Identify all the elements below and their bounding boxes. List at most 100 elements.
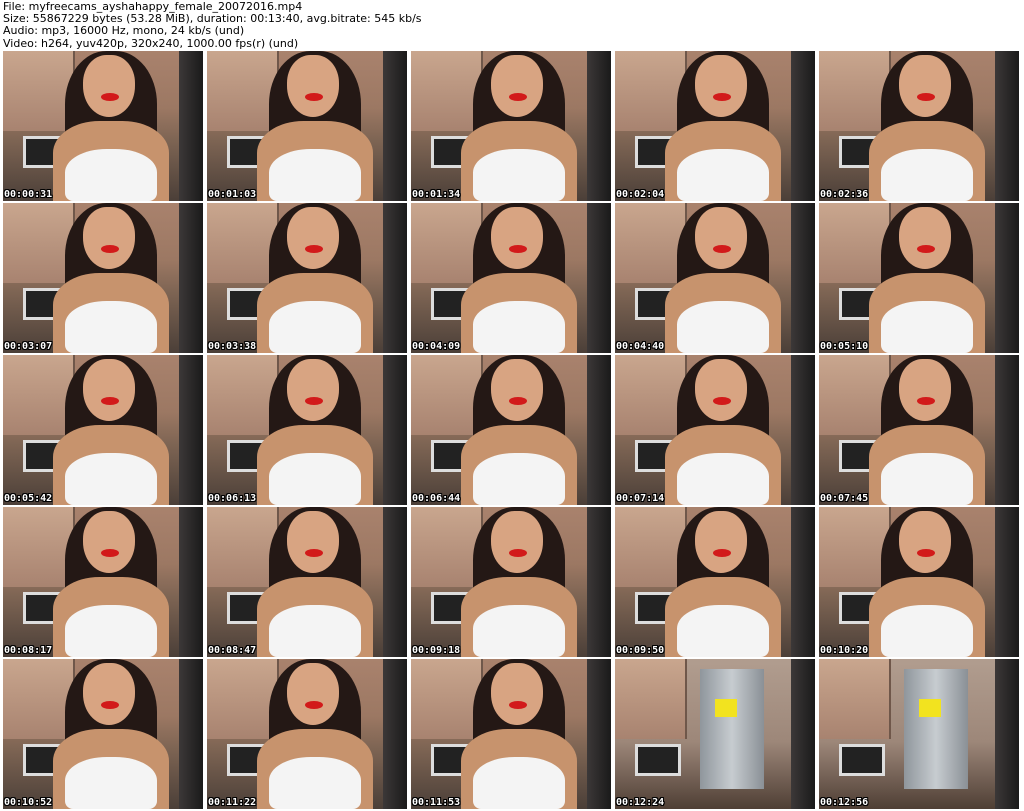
video-thumbnail: 00:01:34 (411, 51, 611, 201)
person-top (473, 301, 565, 353)
person-lips (509, 701, 527, 709)
person-face (491, 663, 543, 725)
dark-door (995, 659, 1019, 809)
person-top (473, 757, 565, 809)
video-thumbnail: 00:07:45 (819, 355, 1019, 505)
person-lips (713, 93, 731, 101)
person-lips (101, 245, 119, 253)
thumbnail-timestamp: 00:01:34 (412, 189, 461, 200)
person-lips (305, 701, 323, 709)
thumbnail-timestamp: 00:04:40 (616, 341, 665, 352)
person-face (695, 359, 747, 421)
person-face (695, 55, 747, 117)
dark-door (995, 507, 1019, 657)
person-lips (509, 245, 527, 253)
dark-door (383, 51, 407, 201)
dark-door (179, 355, 203, 505)
person-face (287, 55, 339, 117)
dark-door (383, 507, 407, 657)
person-face (491, 207, 543, 269)
dark-door (587, 659, 611, 809)
thumbnail-timestamp: 00:02:36 (820, 189, 869, 200)
dark-door (179, 507, 203, 657)
thumbnail-timestamp: 00:06:13 (208, 493, 257, 504)
person-face (83, 511, 135, 573)
video-thumbnail: 00:12:24 (615, 659, 815, 809)
dark-door (791, 51, 815, 201)
video-thumbnail: 00:06:13 (207, 355, 407, 505)
person-top (881, 605, 973, 657)
dark-door (995, 355, 1019, 505)
dark-door (587, 51, 611, 201)
microwave-oven (635, 744, 681, 776)
person-face (899, 359, 951, 421)
video-thumbnail: 00:04:40 (615, 203, 815, 353)
person-lips (305, 549, 323, 557)
video-thumbnail: 00:00:31 (3, 51, 203, 201)
dark-door (587, 355, 611, 505)
person-lips (305, 245, 323, 253)
thumbnail-grid: 00:00:31 00:01:03 00:01:34 00:02:04 00:02:36… (0, 51, 1024, 811)
person-lips (713, 397, 731, 405)
person-lips (509, 397, 527, 405)
person-top (269, 453, 361, 505)
thumbnail-timestamp: 00:08:47 (208, 645, 257, 656)
video-info-line: Video: h264, yuv420p, 320x240, 1000.00 f… (3, 36, 299, 50)
person-face (899, 511, 951, 573)
video-thumbnail: 00:10:52 (3, 659, 203, 809)
video-thumbnail: 00:05:10 (819, 203, 1019, 353)
dark-door (995, 203, 1019, 353)
video-thumbnail: 00:03:07 (3, 203, 203, 353)
person-lips (101, 93, 119, 101)
dark-door (587, 507, 611, 657)
person-lips (101, 549, 119, 557)
person-face (899, 55, 951, 117)
fridge (904, 669, 968, 789)
thumbnail-timestamp: 00:10:20 (820, 645, 869, 656)
dark-door (179, 203, 203, 353)
video-thumbnail: 00:11:22 (207, 659, 407, 809)
thumbnail-timestamp: 00:02:04 (616, 189, 665, 200)
sticky-note (715, 699, 737, 717)
thumbnail-timestamp: 00:11:22 (208, 797, 257, 808)
person-top (677, 301, 769, 353)
video-thumbnail: 00:05:42 (3, 355, 203, 505)
person-face (287, 207, 339, 269)
video-thumbnail: 00:11:53 (411, 659, 611, 809)
person-face (491, 55, 543, 117)
person-top (473, 453, 565, 505)
thumbnail-timestamp: 00:03:07 (4, 341, 53, 352)
file-info-header: File: myfreecams_ayshahappy_female_20072… (3, 0, 422, 50)
video-thumbnail: 00:03:38 (207, 203, 407, 353)
person-face (83, 663, 135, 725)
person-face (491, 359, 543, 421)
dark-door (791, 659, 815, 809)
thumbnail-timestamp: 00:03:38 (208, 341, 257, 352)
person-lips (509, 93, 527, 101)
thumbnail-timestamp: 00:12:24 (616, 797, 665, 808)
dark-door (791, 507, 815, 657)
kitchen-cabinet (615, 659, 687, 739)
person-top (677, 149, 769, 201)
person-lips (917, 549, 935, 557)
person-top (677, 605, 769, 657)
person-lips (101, 397, 119, 405)
person-face (899, 207, 951, 269)
person-top (269, 301, 361, 353)
thumbnail-timestamp: 00:07:14 (616, 493, 665, 504)
person-top (65, 605, 157, 657)
dark-door (995, 51, 1019, 201)
person-top (269, 757, 361, 809)
person-top (473, 605, 565, 657)
person-lips (509, 549, 527, 557)
person-face (83, 55, 135, 117)
thumbnail-timestamp: 00:05:10 (820, 341, 869, 352)
dark-door (383, 659, 407, 809)
person-lips (713, 549, 731, 557)
person-face (83, 207, 135, 269)
sticky-note (919, 699, 941, 717)
person-lips (101, 701, 119, 709)
video-thumbnail: 00:09:50 (615, 507, 815, 657)
thumbnail-timestamp: 00:01:03 (208, 189, 257, 200)
person-face (83, 359, 135, 421)
